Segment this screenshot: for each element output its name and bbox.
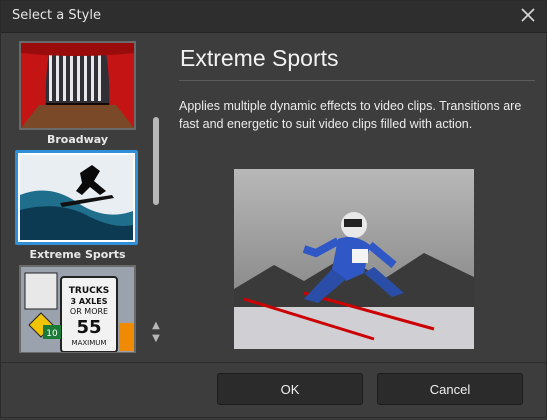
heading-divider xyxy=(179,80,535,81)
dialog-footer: OK Cancel xyxy=(1,362,546,420)
svg-text:3 AXLES: 3 AXLES xyxy=(70,297,107,306)
chevron-up-icon[interactable]: ▲ xyxy=(150,321,162,331)
style-preview-image xyxy=(234,169,474,349)
svg-text:55: 55 xyxy=(76,317,101,338)
scrollbar-thumb[interactable] xyxy=(153,117,159,205)
chevron-down-icon[interactable]: ▼ xyxy=(150,334,162,344)
svg-text:10: 10 xyxy=(46,329,58,339)
window-title: Select a Style xyxy=(12,8,101,23)
style-heading: Extreme Sports xyxy=(180,45,339,71)
style-label: Broadway xyxy=(46,133,109,146)
style-detail-pane: Extreme Sports Applies multiple dynamic … xyxy=(179,41,535,133)
style-description: Applies multiple dynamic effects to vide… xyxy=(179,99,522,131)
title-bar: Select a Style xyxy=(1,1,546,33)
cancel-button[interactable]: Cancel xyxy=(377,373,523,405)
selection-frame xyxy=(15,150,138,245)
style-list: Broadway Extreme Sports TRUCKS 3 AXLES O… xyxy=(11,37,171,353)
style-label: Extreme Sports xyxy=(29,248,126,261)
style-item-broadway[interactable]: Broadway xyxy=(15,41,140,146)
style-item-road-signs[interactable]: TRUCKS 3 AXLES OR MORE 55 MAXIMUM 10 xyxy=(15,265,140,353)
extreme-sports-thumbnail xyxy=(18,153,135,242)
close-icon xyxy=(521,8,535,22)
svg-text:TRUCKS: TRUCKS xyxy=(69,286,109,296)
broadway-thumbnail xyxy=(19,41,136,130)
svg-text:MAXIMUM: MAXIMUM xyxy=(72,339,107,347)
style-item-extreme-sports[interactable]: Extreme Sports xyxy=(15,150,140,261)
svg-text:OR MORE: OR MORE xyxy=(70,307,108,316)
list-scrollbar[interactable]: ▲ ▼ xyxy=(150,49,162,344)
close-button[interactable] xyxy=(518,5,538,25)
ok-button[interactable]: OK xyxy=(217,373,363,405)
select-style-dialog: Select a Style Broadway Extreme Sports T… xyxy=(0,0,547,418)
road-signs-thumbnail: TRUCKS 3 AXLES OR MORE 55 MAXIMUM 10 xyxy=(19,265,136,353)
